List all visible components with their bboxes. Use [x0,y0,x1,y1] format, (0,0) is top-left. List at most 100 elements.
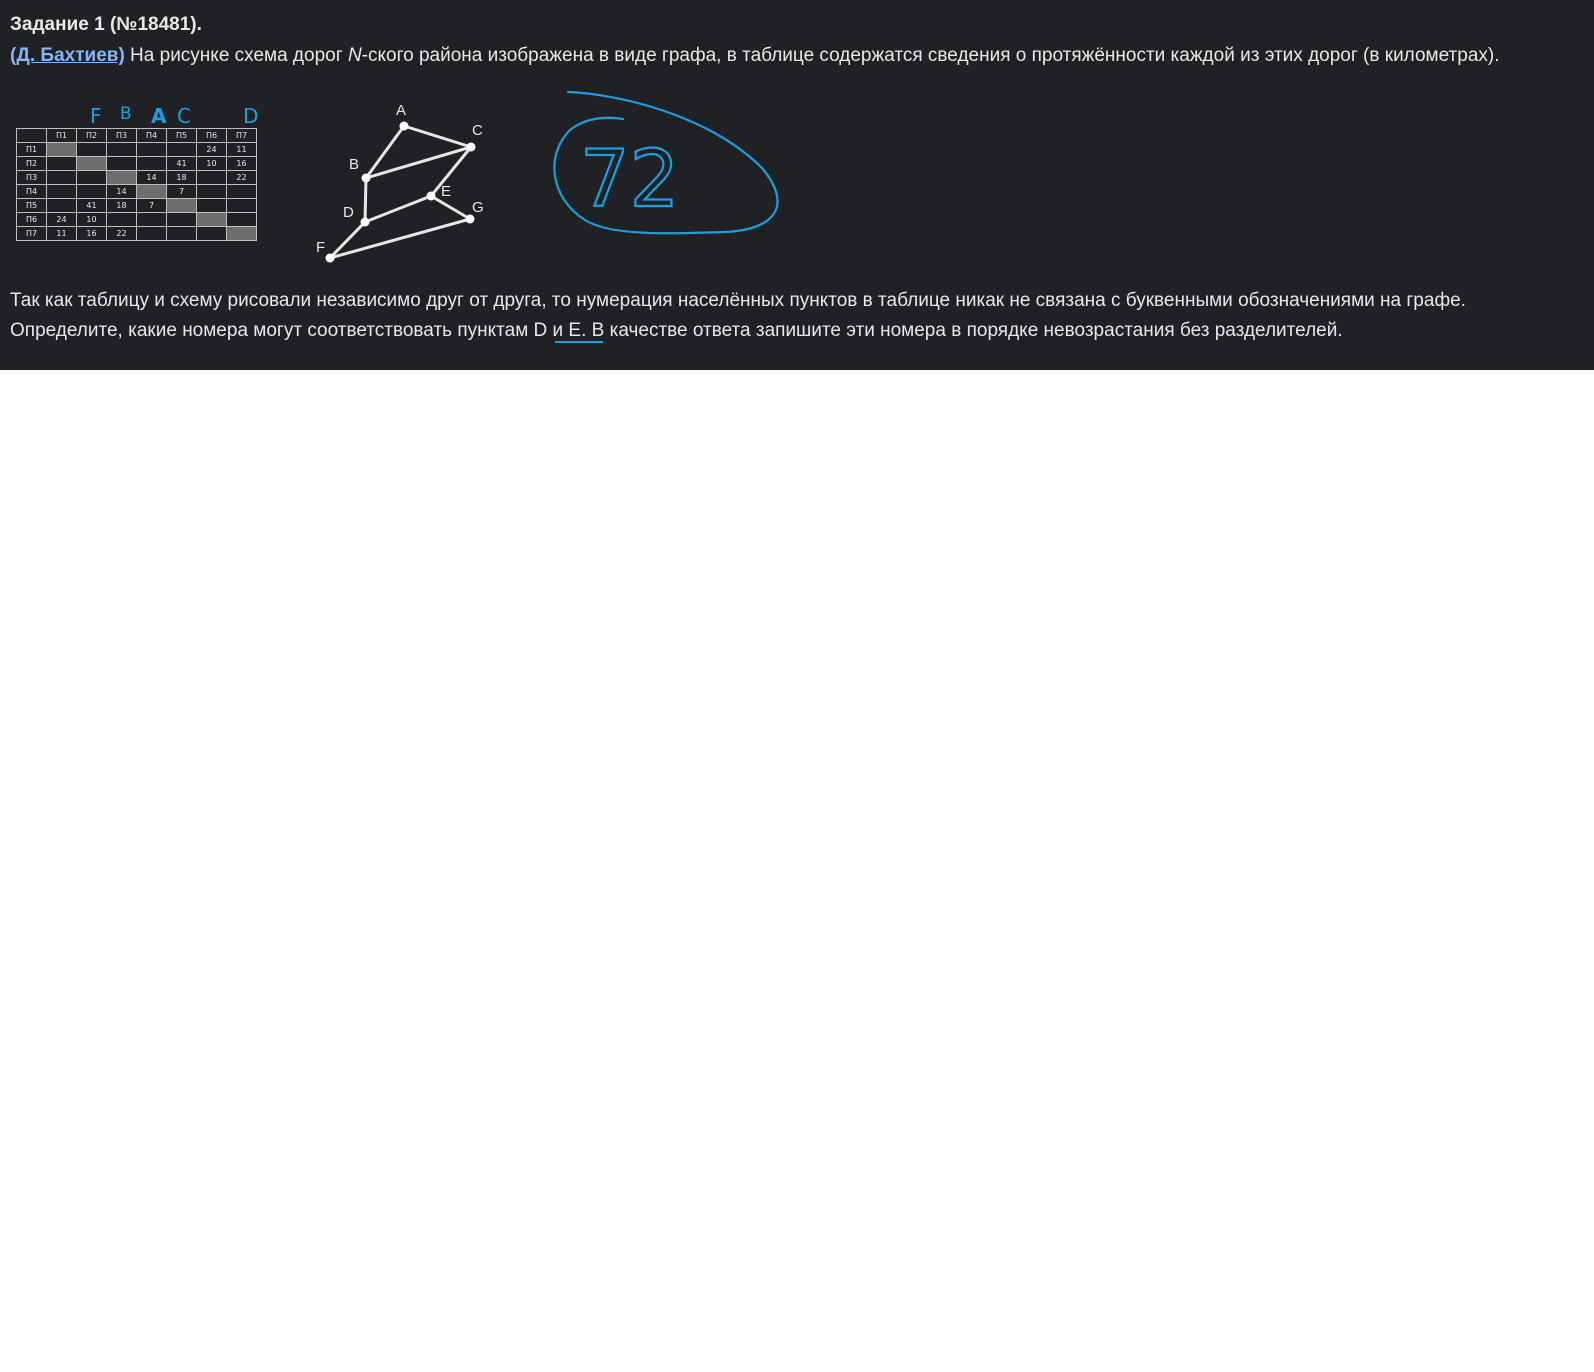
row-label: П3 [16,170,47,185]
table-row: П6 24 10 [16,212,257,227]
table-row: П1 24 11 [16,142,257,157]
vertex-d [360,217,370,227]
table-cell [196,226,227,241]
table-cell [76,142,107,157]
table-cell: 22 [106,226,137,241]
table-cell [166,226,197,241]
vertex-label: B [349,156,359,173]
table-header-cell: П4 [136,128,167,143]
table-cell: 10 [196,156,227,171]
handwritten-answer: 72 [553,90,779,235]
author-link[interactable]: (Д. Бахтиев) [10,45,125,66]
hand-letter-d: D [243,104,259,128]
vertex-label: C [472,122,483,139]
table-cell [136,156,167,171]
vertex-label: F [316,239,325,256]
graph-edge-a-c [403,124,472,149]
table-body: П1 24 11 П2 41 10 16 П3 14 18 22 П4 14 7 П5 41 18 7 П6 24 10… [16,142,257,241]
table-cell: 7 [136,198,167,213]
graph-edge-a-b [364,125,406,179]
diagonal-cell [166,198,197,213]
table-cell [106,212,137,227]
table-cell: 24 [46,212,77,227]
table-header-cell: П2 [76,128,107,143]
table-cell: 16 [226,156,257,171]
table-header-cell: П6 [196,128,227,143]
task-intro: (Д. Бахтиев) На рисунке схема дорог N-ск… [10,41,1570,71]
table-cell: 11 [46,226,77,241]
table-header-row: П1 П2 П3 П4 П5 П6 П7 [16,128,257,143]
table-header-cell: П1 [46,128,77,143]
question-line-2: Определите, какие номера могут соответст… [10,320,1343,341]
diagonal-cell [196,212,227,227]
table-row: П7 11 16 22 [16,226,257,241]
table-cell [136,212,167,227]
table-cell: 14 [136,170,167,185]
table-cell: 24 [196,142,227,157]
table-row: П4 14 7 [16,184,257,199]
table-cell: 14 [106,184,137,199]
table-cell [136,142,167,157]
table-cell: 22 [226,170,257,185]
table-corner [16,128,47,143]
row-label: П1 [16,142,47,157]
table-header-cell: П7 [226,128,257,143]
table-row: П2 41 10 16 [16,156,257,171]
table-cell: 7 [166,184,197,199]
graph-edge-b-c [365,145,472,180]
table-header-cell: П3 [106,128,137,143]
task-question: Так как таблицу и схему рисовали независ… [10,286,1580,346]
table-cell [106,142,137,157]
table-cell [226,212,257,227]
road-graph: A B C D E F G [316,102,484,263]
task-panel: Задание 1 (№18481). (Д. Бахтиев) На рису… [0,0,1594,370]
table-cell: 10 [76,212,107,227]
vertex-a [399,121,409,131]
row-label: П4 [16,184,47,199]
diagonal-cell [106,170,137,185]
handwritten-underline [555,341,603,343]
table-cell [46,198,77,213]
table-cell [196,198,227,213]
hand-letter-b: B [120,104,132,124]
vertex-e [426,191,436,201]
table-cell: 41 [166,156,197,171]
table-cell [166,212,197,227]
vertex-label: A [396,102,406,119]
row-label: П6 [16,212,47,227]
intro-text-2: -ского района изображена в виде графа, в… [361,45,1500,66]
answer-text: 72 [580,135,679,225]
row-label: П7 [16,226,47,241]
distance-table: П1 П2 П3 П4 П5 П6 П7 П1 24 11 П2 41 10 16 П3 14 1… [16,128,257,241]
table-cell: 11 [226,142,257,157]
table-cell [46,170,77,185]
table-row: П3 14 18 22 [16,170,257,185]
row-label: П2 [16,156,47,171]
diagonal-cell [76,156,107,171]
table-row: П5 41 18 7 [16,198,257,213]
table-cell [166,142,197,157]
diagonal-cell [226,226,257,241]
table-cell [76,184,107,199]
vertex-label: G [472,199,484,216]
table-cell: 16 [76,226,107,241]
table-header-cell: П5 [166,128,197,143]
row-label: П5 [16,198,47,213]
diagonal-cell [136,184,167,199]
vertex-label: D [343,204,354,221]
hand-letter-c: C [177,104,191,128]
table-cell [76,170,107,185]
task-title: Задание 1 (№18481). [10,14,202,35]
hand-letter-f: F [90,104,102,128]
vertex-c [466,142,476,152]
table-cell [46,156,77,171]
vertex-label: E [441,183,451,200]
vertex-b [361,173,371,183]
diagonal-cell [46,142,77,157]
question-line-1: Так как таблицу и схему рисовали независ… [10,290,1466,311]
table-cell [136,226,167,241]
table-cell [226,184,257,199]
graph-edge-b-d [363,177,368,223]
table-cell: 18 [106,198,137,213]
table-cell [46,184,77,199]
